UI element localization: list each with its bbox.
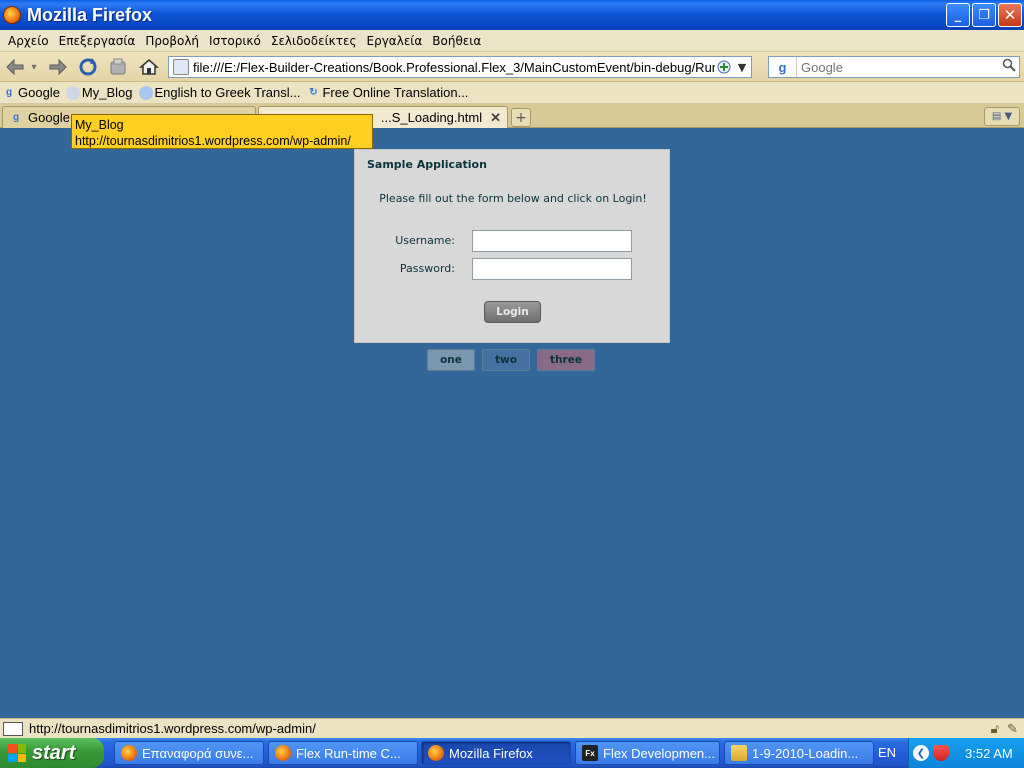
status-indicators: 🔓︎ ✎: [991, 721, 1018, 737]
menu-tools[interactable]: Εργαλεία: [362, 34, 428, 48]
close-tab-icon[interactable]: ✕: [490, 110, 501, 126]
reload-icon[interactable]: [76, 55, 100, 79]
tooltip-title: My_Blog: [75, 118, 124, 132]
back-icon[interactable]: [3, 55, 27, 79]
taskbar-item-label: Flex Developmen...: [603, 745, 715, 761]
menu-bookmarks[interactable]: Σελιδοδείκτες: [266, 34, 362, 48]
forward-icon[interactable]: [46, 55, 70, 79]
status-page-icon: [3, 721, 23, 736]
google-icon: g: [5, 87, 13, 98]
search-icon[interactable]: [999, 58, 1019, 76]
search-bar[interactable]: g: [768, 56, 1020, 78]
bookmark-label: English to Greek Transl...: [154, 85, 301, 100]
taskbar-item-label: Επαναφορά συνε...: [142, 745, 254, 761]
instruction-text: Please fill out the form below and click…: [379, 192, 647, 205]
user-icon: [65, 85, 80, 100]
status-text: http://tournasdimitrios1.wordpress.com/w…: [29, 721, 316, 736]
page-icon: [173, 59, 189, 75]
firefox-icon: [428, 745, 444, 761]
start-button[interactable]: start: [0, 738, 104, 768]
state-three-button[interactable]: three: [537, 349, 595, 371]
bookmark-label: My_Blog: [81, 85, 133, 100]
tab-label: Google: [28, 110, 70, 125]
bookmark-label: Google: [18, 85, 60, 100]
taskbar-item-label: Mozilla Firefox: [449, 745, 533, 761]
stop-icon[interactable]: [106, 55, 130, 79]
taskbar-item[interactable]: Fx Flex Developmen...: [575, 741, 720, 765]
bookmark-tooltip: My_Blog http://tournasdimitrios1.wordpre…: [71, 114, 373, 149]
status-bar: http://tournasdimitrios1.wordpress.com/w…: [0, 718, 1024, 738]
menu-help[interactable]: Βοήθεια: [427, 34, 486, 48]
restore-button[interactable]: ❐: [972, 3, 996, 27]
menu-view[interactable]: Προβολή: [140, 34, 204, 48]
taskbar: start Επαναφορά συνε... Flex Run-time C.…: [0, 738, 1024, 768]
navigation-toolbar: ▾ file:///E:/Flex-Builder-Creations/Book…: [0, 52, 1024, 82]
firefox-icon: [275, 745, 291, 761]
window-title: Mozilla Firefox: [27, 4, 153, 25]
bookmark-star-icon[interactable]: [715, 58, 733, 76]
bookmarks-toolbar: g Google My_Blog English to Greek Transl…: [0, 82, 1024, 104]
list-all-tabs-icon[interactable]: ▤ ▼: [984, 107, 1020, 126]
close-button[interactable]: ✕: [998, 3, 1022, 27]
taskbar-item[interactable]: Επαναφορά συνε...: [114, 741, 264, 765]
folder-icon: [731, 745, 747, 761]
bookmark-free-online-translation[interactable]: ↻ Free Online Translation...: [306, 85, 468, 100]
firefox-icon: [3, 6, 21, 24]
clock[interactable]: 3:52 AM: [965, 746, 1013, 761]
menu-file[interactable]: Αρχείο: [3, 34, 54, 48]
refresh-icon: ↻: [309, 87, 318, 98]
taskbar-item-label: Flex Run-time C...: [296, 745, 401, 761]
menu-history[interactable]: Ιστορικό: [204, 34, 266, 48]
login-panel: Sample Application Please fill out the f…: [354, 149, 670, 343]
panel-title: Sample Application: [367, 158, 487, 171]
unlocked-padlock-icon: 🔓︎: [990, 721, 1000, 736]
bookmark-google[interactable]: g Google: [2, 85, 60, 100]
login-button[interactable]: Login: [484, 301, 541, 323]
system-tray: ❮ 3:52 AM: [908, 738, 1024, 768]
menu-edit[interactable]: Επεξεργασία: [54, 34, 141, 48]
start-label: start: [32, 741, 76, 764]
tooltip-url: http://tournasdimitrios1.wordpress.com/w…: [75, 134, 351, 148]
windows-logo-icon: [8, 744, 26, 762]
search-engine-icon[interactable]: g: [769, 57, 797, 77]
taskbar-item[interactable]: 1-9-2010-Loadin...: [724, 741, 874, 765]
username-label: Username:: [395, 234, 455, 247]
tab-label: ...S_Loading.html: [380, 110, 483, 125]
bookmark-english-to-greek[interactable]: English to Greek Transl...: [138, 85, 301, 100]
bookmark-label: Free Online Translation...: [322, 85, 469, 100]
url-dropdown-icon[interactable]: ▼: [733, 58, 751, 76]
new-tab-button[interactable]: +: [511, 108, 531, 127]
flex-icon: Fx: [582, 745, 598, 761]
back-history-dropdown-icon[interactable]: ▾: [27, 55, 41, 79]
password-field[interactable]: [472, 258, 632, 280]
username-field[interactable]: [472, 230, 632, 252]
taskbar-item[interactable]: Mozilla Firefox: [421, 741, 571, 765]
state-one-button[interactable]: one: [427, 349, 475, 371]
menu-bar: Αρχείο Επεξεργασία Προβολή Ιστορικό Σελι…: [0, 30, 1024, 52]
show-hidden-icons-icon[interactable]: ❮: [913, 745, 929, 761]
window-controls: _ ❐ ✕: [946, 3, 1022, 27]
security-shield-icon[interactable]: [933, 745, 949, 761]
bookmark-my-blog[interactable]: My_Blog: [65, 85, 133, 100]
address-bar[interactable]: file:///E:/Flex-Builder-Creations/Book.P…: [168, 56, 752, 78]
title-bar[interactable]: Mozilla Firefox _ ❐ ✕: [0, 0, 1024, 30]
taskbar-item-label: 1-9-2010-Loadin...: [752, 745, 859, 761]
state-two-button[interactable]: two: [482, 349, 530, 371]
search-input[interactable]: [797, 59, 999, 75]
page-content: Sample Application Please fill out the f…: [0, 128, 1024, 718]
globe-icon: [138, 85, 153, 100]
firefox-icon: [121, 745, 137, 761]
password-label: Password:: [399, 262, 455, 275]
screen: Mozilla Firefox _ ❐ ✕ Αρχείο Επεξεργασία…: [0, 0, 1024, 768]
url-text[interactable]: file:///E:/Flex-Builder-Creations/Book.P…: [193, 60, 715, 75]
language-indicator[interactable]: EN: [878, 745, 896, 760]
minimize-button[interactable]: _: [946, 3, 970, 27]
home-icon[interactable]: [137, 55, 161, 79]
google-icon: g: [12, 112, 20, 123]
taskbar-item[interactable]: Flex Run-time C...: [268, 741, 418, 765]
addon-icon[interactable]: ✎: [1007, 721, 1018, 737]
